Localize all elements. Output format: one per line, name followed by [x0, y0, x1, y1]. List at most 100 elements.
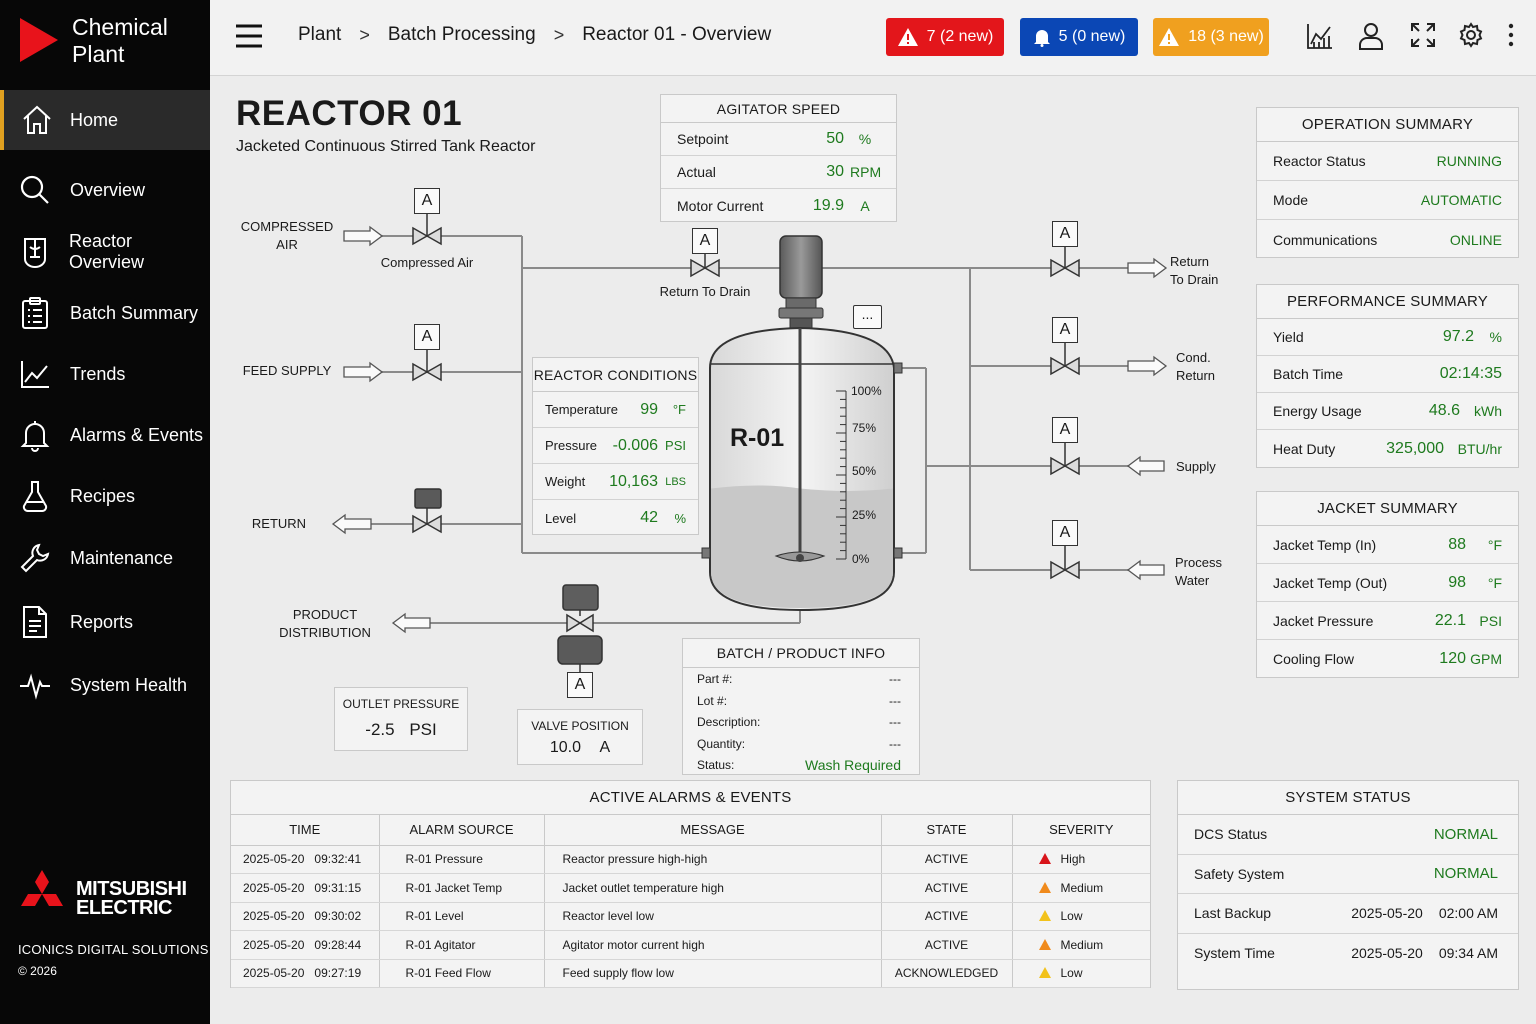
perf-row-heat-duty: Heat Duty 325,000 BTU/hr — [1257, 430, 1518, 467]
label-compressed-air-valve: Compressed Air — [380, 255, 474, 270]
level-scale-75: 75% — [852, 421, 877, 435]
tag-right-return-drain[interactable]: A — [1052, 221, 1078, 247]
cell-time: 2025-05-20 09:32:41 — [231, 845, 380, 874]
alarms-panel-title: ACTIVE ALARMS & EVENTS — [231, 781, 1150, 815]
row-label: Heat Duty — [1273, 440, 1336, 457]
tag-right-cond-return[interactable]: A — [1052, 317, 1078, 343]
alarm-time: 09:30:02 — [314, 909, 362, 924]
reactor-liquid — [711, 485, 893, 608]
row-unit: PSI — [1479, 612, 1502, 629]
status-row-dcs: DCS Status NORMAL — [1178, 815, 1518, 855]
row-label: Pressure — [545, 438, 598, 453]
valve-right-process-water — [1050, 546, 1080, 580]
vessel-more-button[interactable]: ... — [853, 305, 882, 329]
agitator-panel-title: AGITATOR SPEED — [661, 95, 896, 123]
tag-compressed-air[interactable]: A — [414, 188, 440, 214]
arrow-in-process-water — [1126, 559, 1165, 581]
energy-value: 48.6 — [1428, 402, 1460, 419]
batch-info-list: Part #: --- Lot #: --- Description: --- Qua… — [683, 668, 919, 777]
batch-row-description: Description: --- — [697, 712, 901, 734]
row-label: Temperature — [545, 402, 618, 417]
alarm-time: 09:27:19 — [314, 966, 362, 981]
row-unit: °F — [1487, 574, 1502, 591]
cooling-flow-value: 120 — [1439, 650, 1466, 667]
arrow-out-cond-return — [1127, 355, 1168, 377]
label-right-return-drain: Return To Drain — [1170, 254, 1219, 287]
row-label: Lot #: — [697, 693, 728, 708]
status-row-system-time: System Time 2025-05-20 09:34 AM — [1178, 934, 1518, 974]
column-header-time[interactable]: TIME — [231, 815, 380, 846]
row-unit: LBS — [665, 475, 686, 488]
status-row-last-backup: Last Backup 2025-05-20 02:00 AM — [1178, 894, 1518, 934]
tag-feed-supply[interactable]: A — [414, 324, 440, 350]
column-header-state[interactable]: STATE — [881, 815, 1013, 846]
jacket-summary-title: JACKET SUMMARY — [1257, 492, 1518, 526]
alarm-time: 09:32:41 — [314, 852, 362, 867]
table-row[interactable]: 2025-05-20 09:30:02 R-01 Level Reactor l… — [231, 902, 1150, 931]
cell-state: ACTIVE — [881, 930, 1013, 960]
cell-message: Jacket outlet temperature high — [544, 873, 882, 903]
jacket-summary-panel: JACKET SUMMARY Jacket Temp (In) 88 °F Jack… — [1256, 491, 1519, 678]
column-header-source[interactable]: ALARM SOURCE — [379, 815, 545, 846]
cell-source: R-01 Agitator — [379, 930, 545, 960]
table-row[interactable]: 2025-05-20 09:27:19 R-01 Feed Flow Feed … — [231, 959, 1150, 988]
level-scale-25: 25% — [852, 508, 877, 522]
cell-severity: Medium — [1012, 930, 1150, 960]
valve-position-unit: A — [599, 739, 611, 756]
label-right-supply: Supply — [1176, 459, 1216, 474]
label-return: RETURN — [251, 516, 307, 531]
row-label: Motor Current — [677, 197, 764, 214]
table-row[interactable]: 2025-05-20 09:31:15 R-01 Jacket Temp Jac… — [231, 873, 1150, 903]
alarm-date: 2025-05-20 — [243, 937, 305, 952]
row-label: Mode — [1273, 192, 1309, 208]
row-label: Quantity: — [697, 736, 746, 751]
row-unit: RPM — [850, 164, 882, 180]
row-unit: BTU/hr — [1457, 440, 1502, 457]
cell-state: ACTIVE — [881, 873, 1013, 903]
system-time-date: 2025-05-20 — [1351, 945, 1423, 962]
dcs-status-value: NORMAL — [1433, 825, 1498, 843]
batch-info-panel: BATCH / PRODUCT INFO Part #: --- Lot #: --… — [682, 638, 920, 775]
arrow-out-product — [391, 612, 431, 634]
table-row[interactable]: 2025-05-20 09:32:41 R-01 Pressure Reacto… — [231, 845, 1150, 874]
cell-time: 2025-05-20 09:31:15 — [231, 873, 380, 903]
level-scale-50: 50% — [852, 464, 877, 478]
tag-return-to-drain[interactable]: A — [692, 228, 718, 254]
tag-product-valve[interactable]: A — [567, 672, 593, 698]
jacket-row-cooling-flow: Cooling Flow 120 GPM — [1257, 640, 1518, 678]
agitator-row-actual: Actual 30 RPM — [661, 156, 896, 189]
row-label: Yield — [1273, 329, 1304, 345]
valve-product-outlet — [557, 584, 603, 672]
outlet-pressure-title: OUTLET PRESSURE — [342, 697, 460, 711]
conditions-row-weight: Weight 10,163 LBS — [533, 464, 698, 500]
heat-duty-value: 325,000 — [1386, 439, 1444, 457]
agitator-setpoint-value[interactable]: 50 — [826, 130, 844, 148]
row-unit: GPM — [1470, 651, 1502, 667]
row-label: Level — [545, 510, 577, 526]
table-row[interactable]: 2025-05-20 09:28:44 R-01 Agitator Agitat… — [231, 930, 1150, 960]
batch-row-lot: Lot #: --- — [697, 691, 901, 713]
op-row-communications: Communications ONLINE — [1257, 220, 1518, 259]
row-label: Part #: — [697, 672, 733, 686]
row-label: Weight — [545, 474, 586, 489]
column-header-severity[interactable]: SEVERITY — [1012, 815, 1150, 846]
cell-severity: Low — [1012, 902, 1150, 931]
cell-state: ACTIVE — [881, 902, 1013, 931]
batch-row-status: Status: Wash Required — [697, 755, 901, 777]
row-label: Setpoint — [677, 131, 729, 147]
cell-severity: High — [1012, 845, 1150, 874]
reactor-conditions-panel: REACTOR CONDITIONS Temperature 99 °F Pre… — [532, 357, 699, 535]
perf-row-energy: Energy Usage 48.6 kWh — [1257, 393, 1518, 430]
row-label: Jacket Temp (Out) — [1273, 574, 1388, 591]
label-product-distribution: PRODUCT DISTRIBUTION — [279, 607, 371, 640]
row-label: Reactor Status — [1273, 153, 1366, 169]
row-label: Cooling Flow — [1273, 651, 1354, 667]
column-header-message[interactable]: MESSAGE — [544, 815, 882, 846]
tag-right-supply[interactable]: A — [1052, 417, 1078, 443]
valve-return-to-drain — [690, 254, 720, 278]
cell-state: ACKNOWLEDGED — [881, 959, 1013, 988]
op-row-mode: Mode AUTOMATIC — [1257, 181, 1518, 220]
tag-right-process-water[interactable]: A — [1052, 520, 1078, 546]
label-right-process-water: Process Water — [1175, 555, 1222, 588]
description-value: --- — [889, 715, 901, 729]
